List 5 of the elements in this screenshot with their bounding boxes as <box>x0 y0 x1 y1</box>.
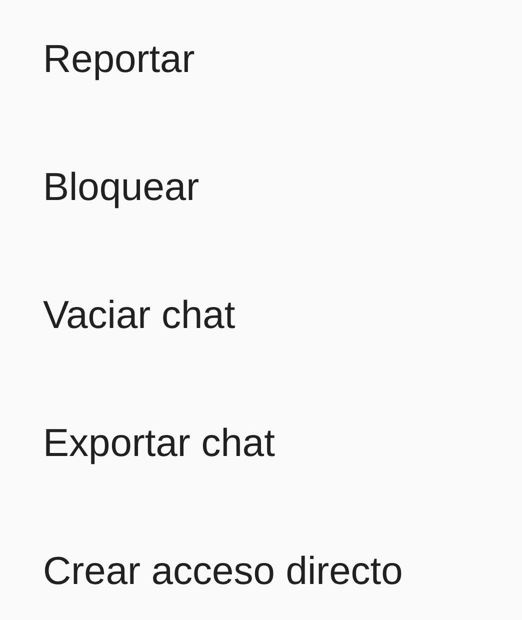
menu-item[interactable]: Reportar <box>0 0 522 126</box>
menu-item[interactable]: Crear acceso directo <box>0 510 522 620</box>
menu-item[interactable]: Bloquear <box>0 126 522 254</box>
menu-item[interactable]: Vaciar chat <box>0 254 522 382</box>
menu-item[interactable]: Exportar chat <box>0 382 522 510</box>
